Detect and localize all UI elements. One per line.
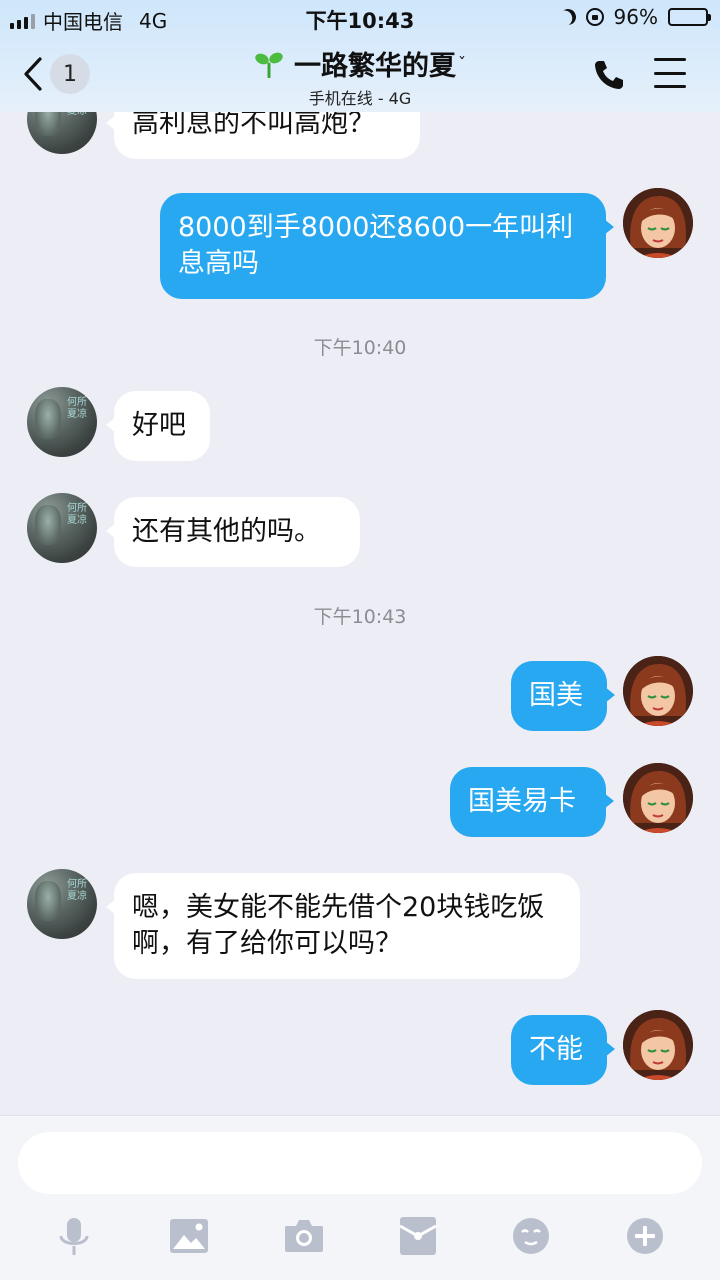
chevron-down-icon: ˇ — [458, 54, 466, 73]
woman-avatar-icon — [623, 763, 693, 833]
avatar-calligraphy: 何所夏凉 — [67, 397, 87, 420]
timestamp: 下午10:40 — [313, 337, 407, 359]
message-text: 不能 — [529, 1034, 583, 1065]
message-bubble-incoming[interactable]: 嗯，美女能不能先借个20块钱吃饭啊，有了给你可以吗？ — [106, 873, 580, 979]
timestamp: 下午10:43 — [313, 606, 407, 628]
my-avatar[interactable] — [623, 1010, 693, 1080]
message-bubble-outgoing[interactable]: 国美易卡 — [450, 767, 614, 837]
message-text: 好吧 — [132, 410, 186, 441]
phone-icon — [595, 61, 623, 89]
sprout-icon — [255, 52, 283, 78]
message-bubble-incoming[interactable]: 还有其他的吗。 — [106, 497, 360, 567]
avatar-calligraphy: 何所夏凉 — [67, 879, 87, 902]
message-input[interactable] — [18, 1132, 702, 1194]
message-text: 国美 — [529, 680, 583, 711]
woman-avatar-icon — [623, 1010, 693, 1080]
menu-icon — [654, 58, 686, 61]
emoji-icon[interactable] — [512, 1217, 550, 1255]
message-list[interactable]: 何所夏凉 高利息的不叫高炮？ 8000到手8000还8600一年叫利息高吗 下午… — [0, 0, 720, 1115]
message-text: 还有其他的吗。 — [132, 516, 321, 547]
my-avatar[interactable] — [623, 763, 693, 833]
message-bubble-outgoing[interactable]: 国美 — [511, 661, 615, 731]
input-bar — [0, 1115, 720, 1280]
message-bubble-outgoing[interactable]: 8000到手8000还8600一年叫利息高吗 — [160, 193, 614, 299]
status-bar: 中国电信 4G 下午10:43 96% — [0, 0, 720, 36]
my-avatar[interactable] — [623, 656, 693, 726]
do-not-disturb-icon — [557, 7, 578, 28]
rotation-lock-icon — [585, 8, 604, 26]
avatar-calligraphy: 何所夏凉 — [67, 503, 87, 526]
message-bubble-incoming[interactable]: 好吧 — [106, 391, 210, 461]
contact-avatar[interactable]: 何所夏凉 — [27, 387, 97, 457]
message-text: 国美易卡 — [468, 786, 576, 817]
message-text: 嗯，美女能不能先借个20块钱吃饭啊，有了给你可以吗？ — [132, 892, 545, 959]
battery-percent: 96% — [613, 5, 658, 29]
message-text: 8000到手8000还8600一年叫利息高吗 — [178, 212, 574, 279]
battery-icon — [668, 8, 711, 26]
voice-call-button[interactable] — [592, 58, 626, 92]
contact-avatar[interactable]: 何所夏凉 — [27, 493, 97, 563]
chat-title: 一路繁华的夏 — [294, 51, 456, 82]
woman-avatar-icon — [623, 188, 693, 258]
red-packet-icon[interactable] — [399, 1216, 437, 1256]
my-avatar[interactable] — [623, 188, 693, 258]
menu-button[interactable] — [654, 58, 686, 88]
contact-avatar[interactable]: 何所夏凉 — [27, 869, 97, 939]
message-bubble-outgoing[interactable]: 不能 — [511, 1015, 615, 1085]
woman-avatar-icon — [623, 656, 693, 726]
plus-icon[interactable] — [626, 1217, 664, 1255]
image-icon[interactable] — [169, 1218, 209, 1254]
chat-header: 中国电信 4G 下午10:43 96% 1 一路繁华的夏 ˇ 手机在线 - 4G — [0, 0, 720, 112]
microphone-icon[interactable] — [56, 1216, 92, 1258]
camera-icon[interactable] — [284, 1218, 324, 1254]
message-text: 高利息的不叫高炮？ — [132, 108, 375, 139]
